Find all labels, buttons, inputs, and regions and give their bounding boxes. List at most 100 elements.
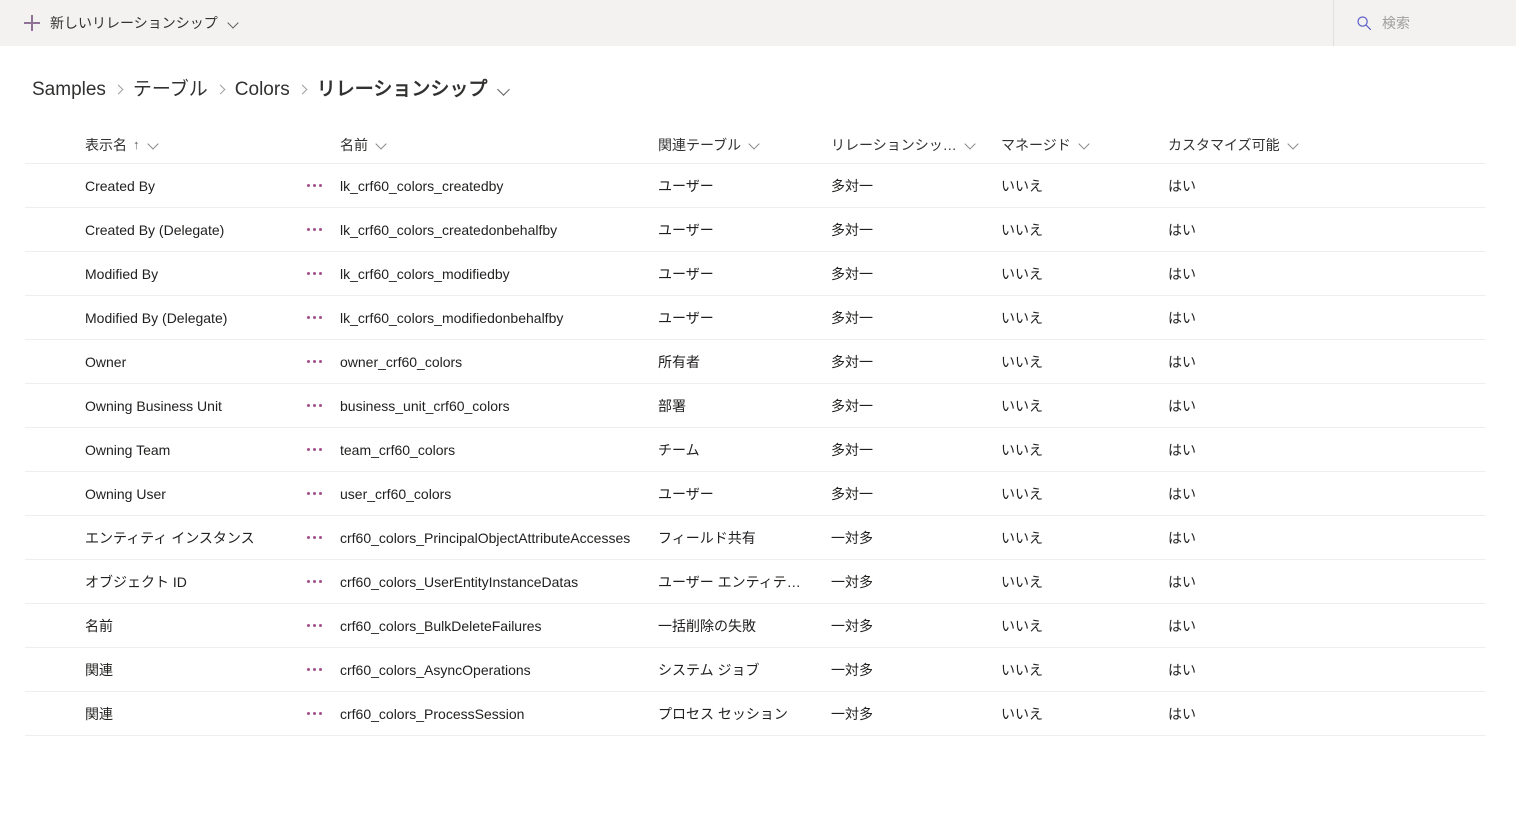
ellipsis-icon <box>306 184 322 187</box>
table-row[interactable]: 名前 crf60_colors_BulkDeleteFailures 一括削除の… <box>25 604 1485 648</box>
table-row[interactable]: Modified By (Delegate) lk_crf60_colors_m… <box>25 296 1485 340</box>
search-placeholder: 検索 <box>1382 15 1410 31</box>
row-menu-button[interactable] <box>300 348 328 376</box>
chevron-down-icon[interactable] <box>148 138 161 151</box>
cell-managed: いいえ <box>1001 529 1043 546</box>
row-menu-button[interactable] <box>300 304 328 332</box>
table-row[interactable]: Owning Team team_crf60_colors チーム 多対一 いい… <box>25 428 1485 472</box>
row-menu-button[interactable] <box>300 392 328 420</box>
table-row[interactable]: Owner owner_crf60_colors 所有者 多対一 いいえ はい <box>25 340 1485 384</box>
cell-display-name: 名前 <box>85 617 113 634</box>
table-row[interactable]: Modified By lk_crf60_colors_modifiedby ユ… <box>25 252 1485 296</box>
breadcrumb-item-colors[interactable]: Colors <box>235 77 290 103</box>
cell-customizable: はい <box>1168 353 1196 370</box>
cell-related-table: ユーザー <box>658 177 714 194</box>
table-row[interactable]: Created By (Delegate) lk_crf60_colors_cr… <box>25 208 1485 252</box>
ellipsis-icon <box>306 668 322 671</box>
chevron-down-icon[interactable] <box>376 138 389 151</box>
cell-relationship-type: 一対多 <box>831 573 873 590</box>
cell-relationship-type: 一対多 <box>831 529 873 546</box>
cell-row-menu <box>300 436 340 464</box>
ellipsis-icon <box>306 492 322 495</box>
row-menu-button[interactable] <box>300 700 328 728</box>
chevron-down-icon[interactable] <box>1079 138 1092 151</box>
row-menu-button[interactable] <box>300 172 328 200</box>
cell-managed: いいえ <box>1001 177 1043 194</box>
cell-customizable: はい <box>1168 705 1196 722</box>
table-row[interactable]: オブジェクト ID crf60_colors_UserEntityInstanc… <box>25 560 1485 604</box>
row-menu-button[interactable] <box>300 612 328 640</box>
column-header-label: 関連テーブル <box>658 136 742 153</box>
column-header-managed[interactable]: マネージド <box>1001 135 1168 155</box>
cell-display-name: Owning User <box>85 485 166 502</box>
cell-name: lk_crf60_colors_createdonbehalfby <box>340 221 558 238</box>
ellipsis-icon <box>306 404 322 407</box>
cell-related-table: ユーザー エンティテ… <box>658 573 801 590</box>
cell-relationship-type: 多対一 <box>831 353 873 370</box>
row-menu-button[interactable] <box>300 568 328 596</box>
cell-customizable: はい <box>1168 397 1196 414</box>
table-row[interactable]: Owning User user_crf60_colors ユーザー 多対一 い… <box>25 472 1485 516</box>
cell-customizable: はい <box>1168 441 1196 458</box>
cell-managed: いいえ <box>1001 265 1043 282</box>
cell-name: owner_crf60_colors <box>340 353 463 370</box>
cell-row-menu <box>300 348 340 376</box>
new-relationship-button[interactable]: 新しいリレーションシップ <box>18 4 248 42</box>
row-menu-button[interactable] <box>300 524 328 552</box>
row-menu-button[interactable] <box>300 656 328 684</box>
cell-relationship-type: 多対一 <box>831 397 873 414</box>
cell-managed: いいえ <box>1001 617 1043 634</box>
chevron-down-icon[interactable] <box>1288 138 1301 151</box>
search-input[interactable]: 検索 <box>1356 13 1410 33</box>
breadcrumb-item-tables[interactable]: テーブル <box>133 77 208 103</box>
column-header-relationship-type[interactable]: リレーションシッ… <box>831 135 1001 155</box>
cell-related-table: ユーザー <box>658 265 714 282</box>
row-menu-button[interactable] <box>300 260 328 288</box>
cell-customizable: はい <box>1168 617 1196 634</box>
plus-icon <box>22 13 42 33</box>
column-header-related-table[interactable]: 関連テーブル <box>658 135 831 155</box>
cell-managed: いいえ <box>1001 485 1043 502</box>
cell-related-table: ユーザー <box>658 485 714 502</box>
cell-name: lk_crf60_colors_modifiedby <box>340 265 510 282</box>
cell-display-name: Modified By <box>85 265 159 282</box>
table-row[interactable]: エンティティ インスタンス crf60_colors_PrincipalObje… <box>25 516 1485 560</box>
table-row[interactable]: Created By lk_crf60_colors_createdby ユーザ… <box>25 164 1485 208</box>
cell-managed: いいえ <box>1001 441 1043 458</box>
chevron-down-icon[interactable] <box>965 138 978 151</box>
cell-relationship-type: 多対一 <box>831 177 873 194</box>
chevron-down-icon[interactable] <box>228 17 240 29</box>
cell-customizable: はい <box>1168 177 1196 194</box>
ellipsis-icon <box>306 360 322 363</box>
ellipsis-icon <box>306 228 322 231</box>
table-row[interactable]: 関連 crf60_colors_AsyncOperations システム ジョブ… <box>25 648 1485 692</box>
row-menu-button[interactable] <box>300 216 328 244</box>
breadcrumb-item-samples[interactable]: Samples <box>32 77 106 103</box>
cell-related-table: 所有者 <box>658 353 700 370</box>
column-header-customizable[interactable]: カスタマイズ可能 <box>1168 135 1348 155</box>
ellipsis-icon <box>306 448 322 451</box>
breadcrumb-chevron-down-icon[interactable] <box>498 83 512 97</box>
row-menu-button[interactable] <box>300 480 328 508</box>
table-row[interactable]: 関連 crf60_colors_ProcessSession プロセス セッショ… <box>25 692 1485 736</box>
cell-managed: いいえ <box>1001 353 1043 370</box>
chevron-down-icon[interactable] <box>749 138 762 151</box>
cell-display-name: Created By (Delegate) <box>85 221 225 238</box>
cell-related-table: システム ジョブ <box>658 661 760 678</box>
ellipsis-icon <box>306 624 322 627</box>
column-header-label: カスタマイズ可能 <box>1168 136 1280 153</box>
cell-name: team_crf60_colors <box>340 441 456 458</box>
cell-relationship-type: 多対一 <box>831 309 873 326</box>
ellipsis-icon <box>306 580 322 583</box>
table-row[interactable]: Owning Business Unit business_unit_crf60… <box>25 384 1485 428</box>
cell-managed: いいえ <box>1001 397 1043 414</box>
cell-customizable: はい <box>1168 265 1196 282</box>
cell-managed: いいえ <box>1001 309 1043 326</box>
row-menu-button[interactable] <box>300 436 328 464</box>
cell-managed: いいえ <box>1001 661 1043 678</box>
column-header-display-name[interactable]: 表示名 ↑ <box>25 135 300 155</box>
cell-related-table: 一括削除の失敗 <box>658 617 756 634</box>
grid-body: Created By lk_crf60_colors_createdby ユーザ… <box>25 164 1485 736</box>
cell-row-menu <box>300 392 340 420</box>
column-header-name[interactable]: 名前 <box>340 135 658 155</box>
